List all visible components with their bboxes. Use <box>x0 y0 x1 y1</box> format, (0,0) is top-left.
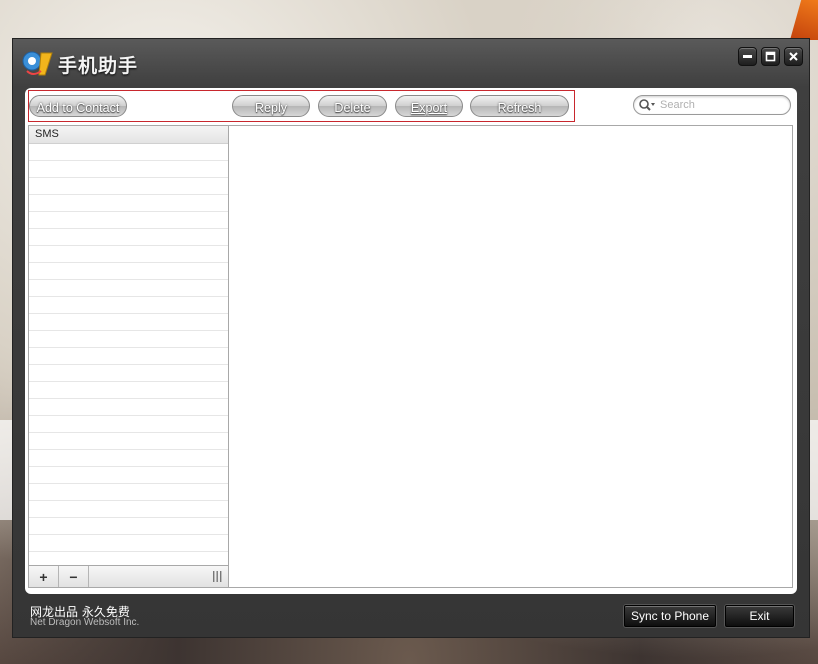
delete-label: Delete <box>334 101 371 115</box>
refresh-button[interactable]: Refresh <box>470 95 569 117</box>
list-footer: + − <box>29 565 228 587</box>
export-label: Export <box>410 101 448 115</box>
company-name: Net Dragon Websoft Inc. <box>30 617 140 628</box>
remove-item-button[interactable]: − <box>59 566 89 587</box>
sms-list[interactable] <box>29 144 228 564</box>
sms-list-panel: SMS + − <box>28 125 229 588</box>
delete-button[interactable]: Delete <box>318 95 387 117</box>
close-button[interactable] <box>784 47 803 66</box>
plus-icon: + <box>39 568 48 585</box>
add-to-contact-label: Add to Contact <box>36 101 120 115</box>
maximize-icon <box>765 51 776 62</box>
minimize-icon <box>743 55 752 58</box>
search-box <box>633 95 791 115</box>
app-title: 手机助手 <box>58 55 139 77</box>
search-input[interactable] <box>660 97 784 113</box>
main-content: Add to Contact Reply Delete Export Refre… <box>25 88 797 594</box>
minus-icon: − <box>69 568 78 585</box>
message-detail-panel <box>229 125 793 588</box>
maximize-button[interactable] <box>761 47 780 66</box>
reply-button[interactable]: Reply <box>232 95 310 117</box>
refresh-label: Refresh <box>497 101 542 115</box>
app-window: 手机助手 Add to Contact Reply Delete Export … <box>12 38 810 638</box>
app-logo-icon <box>22 51 53 76</box>
export-button[interactable]: Export <box>395 95 463 117</box>
sync-to-phone-button[interactable]: Sync to Phone <box>624 605 716 627</box>
search-icon[interactable] <box>638 98 656 112</box>
minimize-button[interactable] <box>738 47 757 66</box>
close-icon <box>789 52 798 61</box>
resize-grip-icon[interactable] <box>213 571 222 582</box>
reply-label: Reply <box>255 101 287 115</box>
add-item-button[interactable]: + <box>29 566 59 587</box>
list-header-sms[interactable]: SMS <box>29 126 228 144</box>
window-controls <box>738 47 803 66</box>
background-decoration <box>790 0 818 40</box>
add-to-contact-button[interactable]: Add to Contact <box>29 95 127 117</box>
title-bar: 手机助手 <box>13 39 809 87</box>
exit-button[interactable]: Exit <box>725 605 794 627</box>
